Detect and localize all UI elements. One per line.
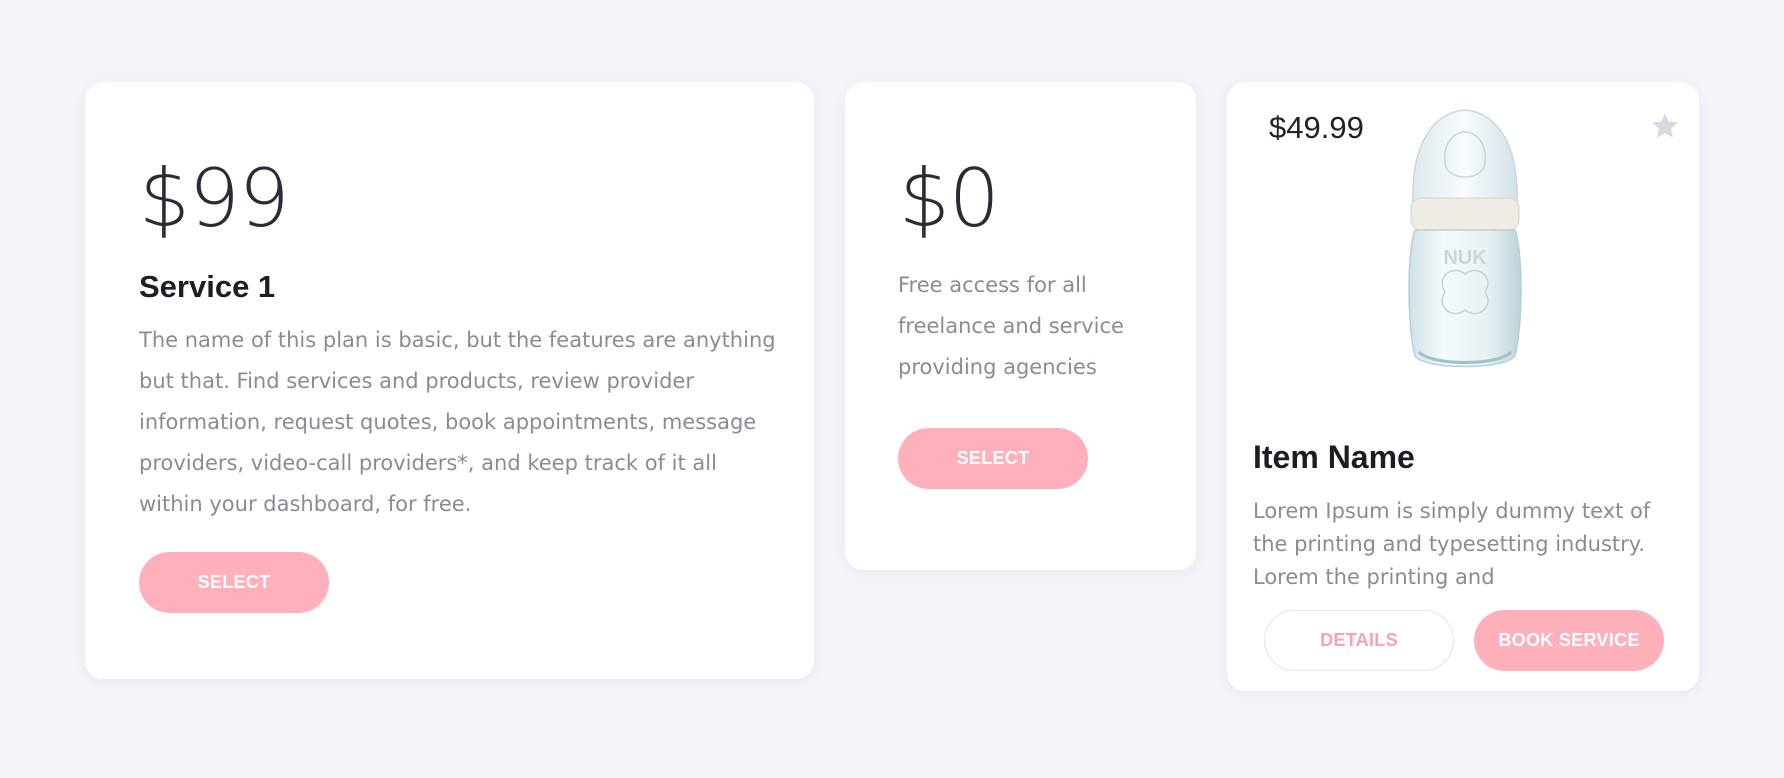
plan-price: $99 xyxy=(139,152,290,245)
plan-title: Service 1 xyxy=(139,269,276,304)
plan-card-free: $0 Free access for all freelance and ser… xyxy=(845,82,1196,570)
item-name: Item Name xyxy=(1253,439,1415,475)
select-button[interactable]: SELECT xyxy=(139,552,329,613)
svg-text:NUK: NUK xyxy=(1443,247,1487,269)
plan-description: The name of this plan is basic, but the … xyxy=(139,328,776,516)
book-service-button[interactable]: BOOK SERVICE xyxy=(1474,610,1664,671)
plan-price: $0 xyxy=(899,152,1000,245)
plan-description: Free access for all freelance and servic… xyxy=(898,273,1124,379)
star-icon[interactable] xyxy=(1649,110,1681,142)
select-button[interactable]: SELECT xyxy=(898,428,1088,489)
baby-bottle-image: NUK xyxy=(1408,109,1522,368)
item-price: $49.99 xyxy=(1269,110,1364,145)
item-card: $49.99 NUK Item Name Lorem Ipsum is simp… xyxy=(1227,82,1699,691)
item-description: Lorem Ipsum is simply dummy text of the … xyxy=(1253,499,1651,589)
details-button[interactable]: DETAILS xyxy=(1264,610,1454,671)
pricing-page: $99 Service 1 The name of this plan is b… xyxy=(0,0,1784,778)
plan-card-service-1: $99 Service 1 The name of this plan is b… xyxy=(85,82,814,679)
